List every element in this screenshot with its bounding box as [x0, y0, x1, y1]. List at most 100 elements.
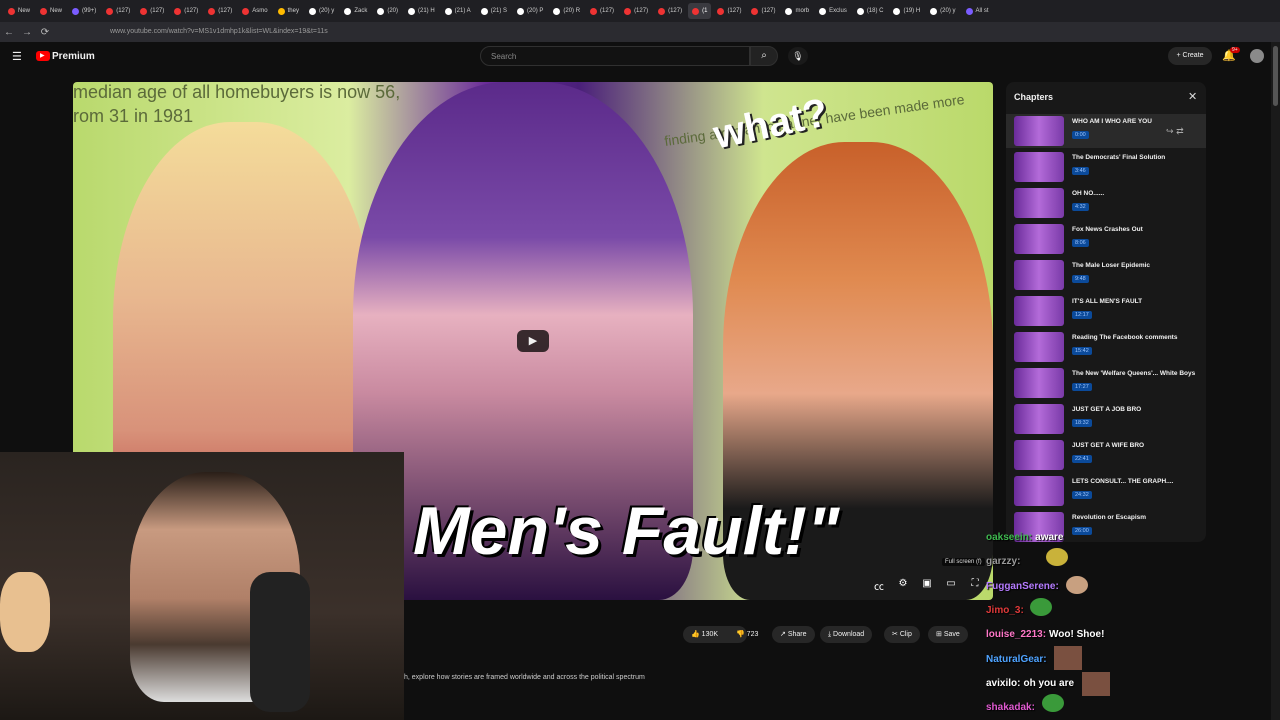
- theater-mode-icon[interactable]: ▭: [943, 578, 959, 592]
- url-field[interactable]: www.youtube.com/watch?v=MS1v1dmhp1k&list…: [110, 26, 1090, 38]
- chapter-item[interactable]: LETS CONSULT... THE GRAPH.... 24:32: [1006, 474, 1206, 508]
- tab-label: (99+): [82, 8, 97, 14]
- browser-tab[interactable]: New: [36, 3, 66, 19]
- browser-tab[interactable]: (20): [373, 3, 402, 19]
- chat-text: oh you are: [1023, 677, 1075, 689]
- scrollbar[interactable]: [1271, 42, 1280, 720]
- clip-label: Clip: [899, 631, 912, 638]
- miniplayer-icon[interactable]: ▣: [919, 578, 935, 592]
- reload-icon[interactable]: ⟳: [36, 27, 54, 38]
- chapter-thumbnail: [1014, 404, 1064, 434]
- chapter-item[interactable]: The Male Loser Epidemic 9:48: [1006, 258, 1206, 292]
- browser-tab[interactable]: (18) C: [853, 3, 888, 19]
- play-button[interactable]: ▶: [517, 330, 549, 352]
- browser-tab[interactable]: (20) y: [926, 3, 959, 19]
- tab-favicon-icon: [308, 7, 316, 15]
- chapter-thumbnail: [1014, 440, 1064, 470]
- browser-tab[interactable]: (127): [654, 3, 686, 19]
- clip-button[interactable]: ✂ Clip: [884, 626, 920, 643]
- fullscreen-icon[interactable]: ⛶: [967, 578, 983, 592]
- browser-tab[interactable]: (20) y: [305, 3, 338, 19]
- browser-tab[interactable]: New: [4, 3, 34, 19]
- search-input[interactable]: Search: [480, 46, 750, 66]
- browser-tab[interactable]: Zack: [340, 3, 371, 19]
- share-icon[interactable]: ↪: [1166, 126, 1174, 136]
- chapter-title: The Male Loser Epidemic: [1072, 262, 1151, 269]
- chapter-item[interactable]: The Democrats' Final Solution 3:46: [1006, 150, 1206, 184]
- tab-favicon-icon: [717, 7, 725, 15]
- browser-tab[interactable]: (19) H: [889, 3, 924, 19]
- browser-tab[interactable]: morb: [781, 3, 813, 19]
- tab-label: (127): [668, 8, 683, 14]
- chapter-item[interactable]: OH NO...... 4:32: [1006, 186, 1206, 220]
- chapter-timestamp: 22:41: [1072, 455, 1092, 463]
- browser-tab[interactable]: (127): [713, 3, 745, 19]
- emote: [1054, 646, 1082, 670]
- background-text: median age of all homebuyers is now 56,: [73, 82, 401, 102]
- chapter-item[interactable]: JUST GET A JOB BRO 18:32: [1006, 402, 1206, 436]
- browser-tab[interactable]: (99+): [68, 3, 100, 19]
- chapter-item[interactable]: Reading The Facebook comments 15:42: [1006, 330, 1206, 364]
- browser-tab[interactable]: (127): [747, 3, 779, 19]
- browser-tab[interactable]: (127): [586, 3, 618, 19]
- dislike-button[interactable]: 👎 723: [728, 626, 766, 643]
- tab-label: (1: [702, 8, 708, 14]
- browser-tab[interactable]: Exclus: [815, 3, 851, 19]
- dislike-count: 723: [746, 631, 759, 638]
- forward-icon[interactable]: →: [18, 27, 36, 38]
- search-icon[interactable]: ⌕: [750, 46, 778, 66]
- browser-tab[interactable]: Asmo: [238, 3, 271, 19]
- chapter-item[interactable]: WHO AM I WHO ARE YOU 0:00 ↪ ⇄: [1006, 114, 1206, 148]
- video-description: h, explore how stories are framed worldw…: [404, 674, 645, 681]
- tab-label: New: [50, 8, 63, 14]
- tab-label: (20) y: [940, 8, 956, 14]
- menu-icon[interactable]: ☰: [12, 50, 22, 63]
- close-icon[interactable]: ✕: [1188, 90, 1197, 103]
- avatar[interactable]: [1250, 49, 1264, 63]
- scrollbar-thumb[interactable]: [1273, 46, 1278, 106]
- chapter-item[interactable]: IT'S ALL MEN'S FAULT 12:17: [1006, 294, 1206, 328]
- chapter-thumbnail: [1014, 368, 1064, 398]
- browser-tab[interactable]: they: [274, 3, 303, 19]
- chapter-item[interactable]: JUST GET A WIFE BRO 22:41: [1006, 438, 1206, 472]
- tab-favicon-icon: [377, 7, 385, 15]
- chat-username: shakadak:: [986, 702, 1035, 714]
- save-button[interactable]: ⊞ Save: [928, 626, 968, 643]
- captions-icon[interactable]: ㏄: [871, 578, 887, 593]
- chapter-item[interactable]: The New 'Welfare Queens'... White Boys 17…: [1006, 366, 1206, 400]
- browser-tab[interactable]: (21) H: [404, 3, 439, 19]
- tab-label: Zack: [354, 8, 368, 14]
- browser-tab[interactable]: (1: [688, 3, 712, 19]
- chapter-timestamp: 18:32: [1072, 419, 1092, 427]
- browser-tab[interactable]: (127): [102, 3, 134, 19]
- share-button[interactable]: ↗ Share: [772, 626, 815, 643]
- chat-message: avixilo: oh you are: [986, 678, 1074, 689]
- tab-favicon-icon: [553, 7, 561, 15]
- tab-label: they: [287, 8, 299, 14]
- browser-tab[interactable]: (127): [204, 3, 236, 19]
- create-button[interactable]: + Create: [1168, 47, 1212, 65]
- chat-message: shakadak:: [986, 702, 1038, 713]
- fullscreen-tooltip: Full screen (f): [942, 558, 985, 566]
- chapter-timestamp: 3:46: [1072, 167, 1089, 175]
- back-icon[interactable]: ←: [0, 27, 18, 38]
- chapter-item[interactable]: Fox News Crashes Out 8:06: [1006, 222, 1206, 256]
- browser-tab[interactable]: (127): [170, 3, 202, 19]
- browser-tab[interactable]: (21) S: [477, 3, 511, 19]
- browser-tab[interactable]: All st: [962, 3, 993, 19]
- chat-message: louise_2213: Woo! Shoe!: [986, 629, 1104, 640]
- browser-tab[interactable]: (20) P: [513, 3, 547, 19]
- tab-favicon-icon: [444, 7, 452, 15]
- repeat-icon[interactable]: ⇄: [1176, 126, 1184, 136]
- tab-favicon-icon: [174, 7, 182, 15]
- settings-icon[interactable]: ⚙: [895, 578, 911, 592]
- browser-tab[interactable]: (20) R: [549, 3, 584, 19]
- microphone-icon[interactable]: 🎙: [788, 47, 808, 65]
- download-button[interactable]: ⤓ Download: [820, 626, 873, 643]
- browser-tab[interactable]: (127): [620, 3, 652, 19]
- browser-tab[interactable]: (21) A: [441, 3, 475, 19]
- notification-badge: 9+: [1230, 47, 1240, 53]
- tab-label: (20) P: [527, 8, 544, 14]
- browser-tab[interactable]: (127): [136, 3, 168, 19]
- chapters-panel: Chapters ✕ WHO AM I WHO ARE YOU 0:00 ↪ ⇄ Th…: [1006, 82, 1206, 542]
